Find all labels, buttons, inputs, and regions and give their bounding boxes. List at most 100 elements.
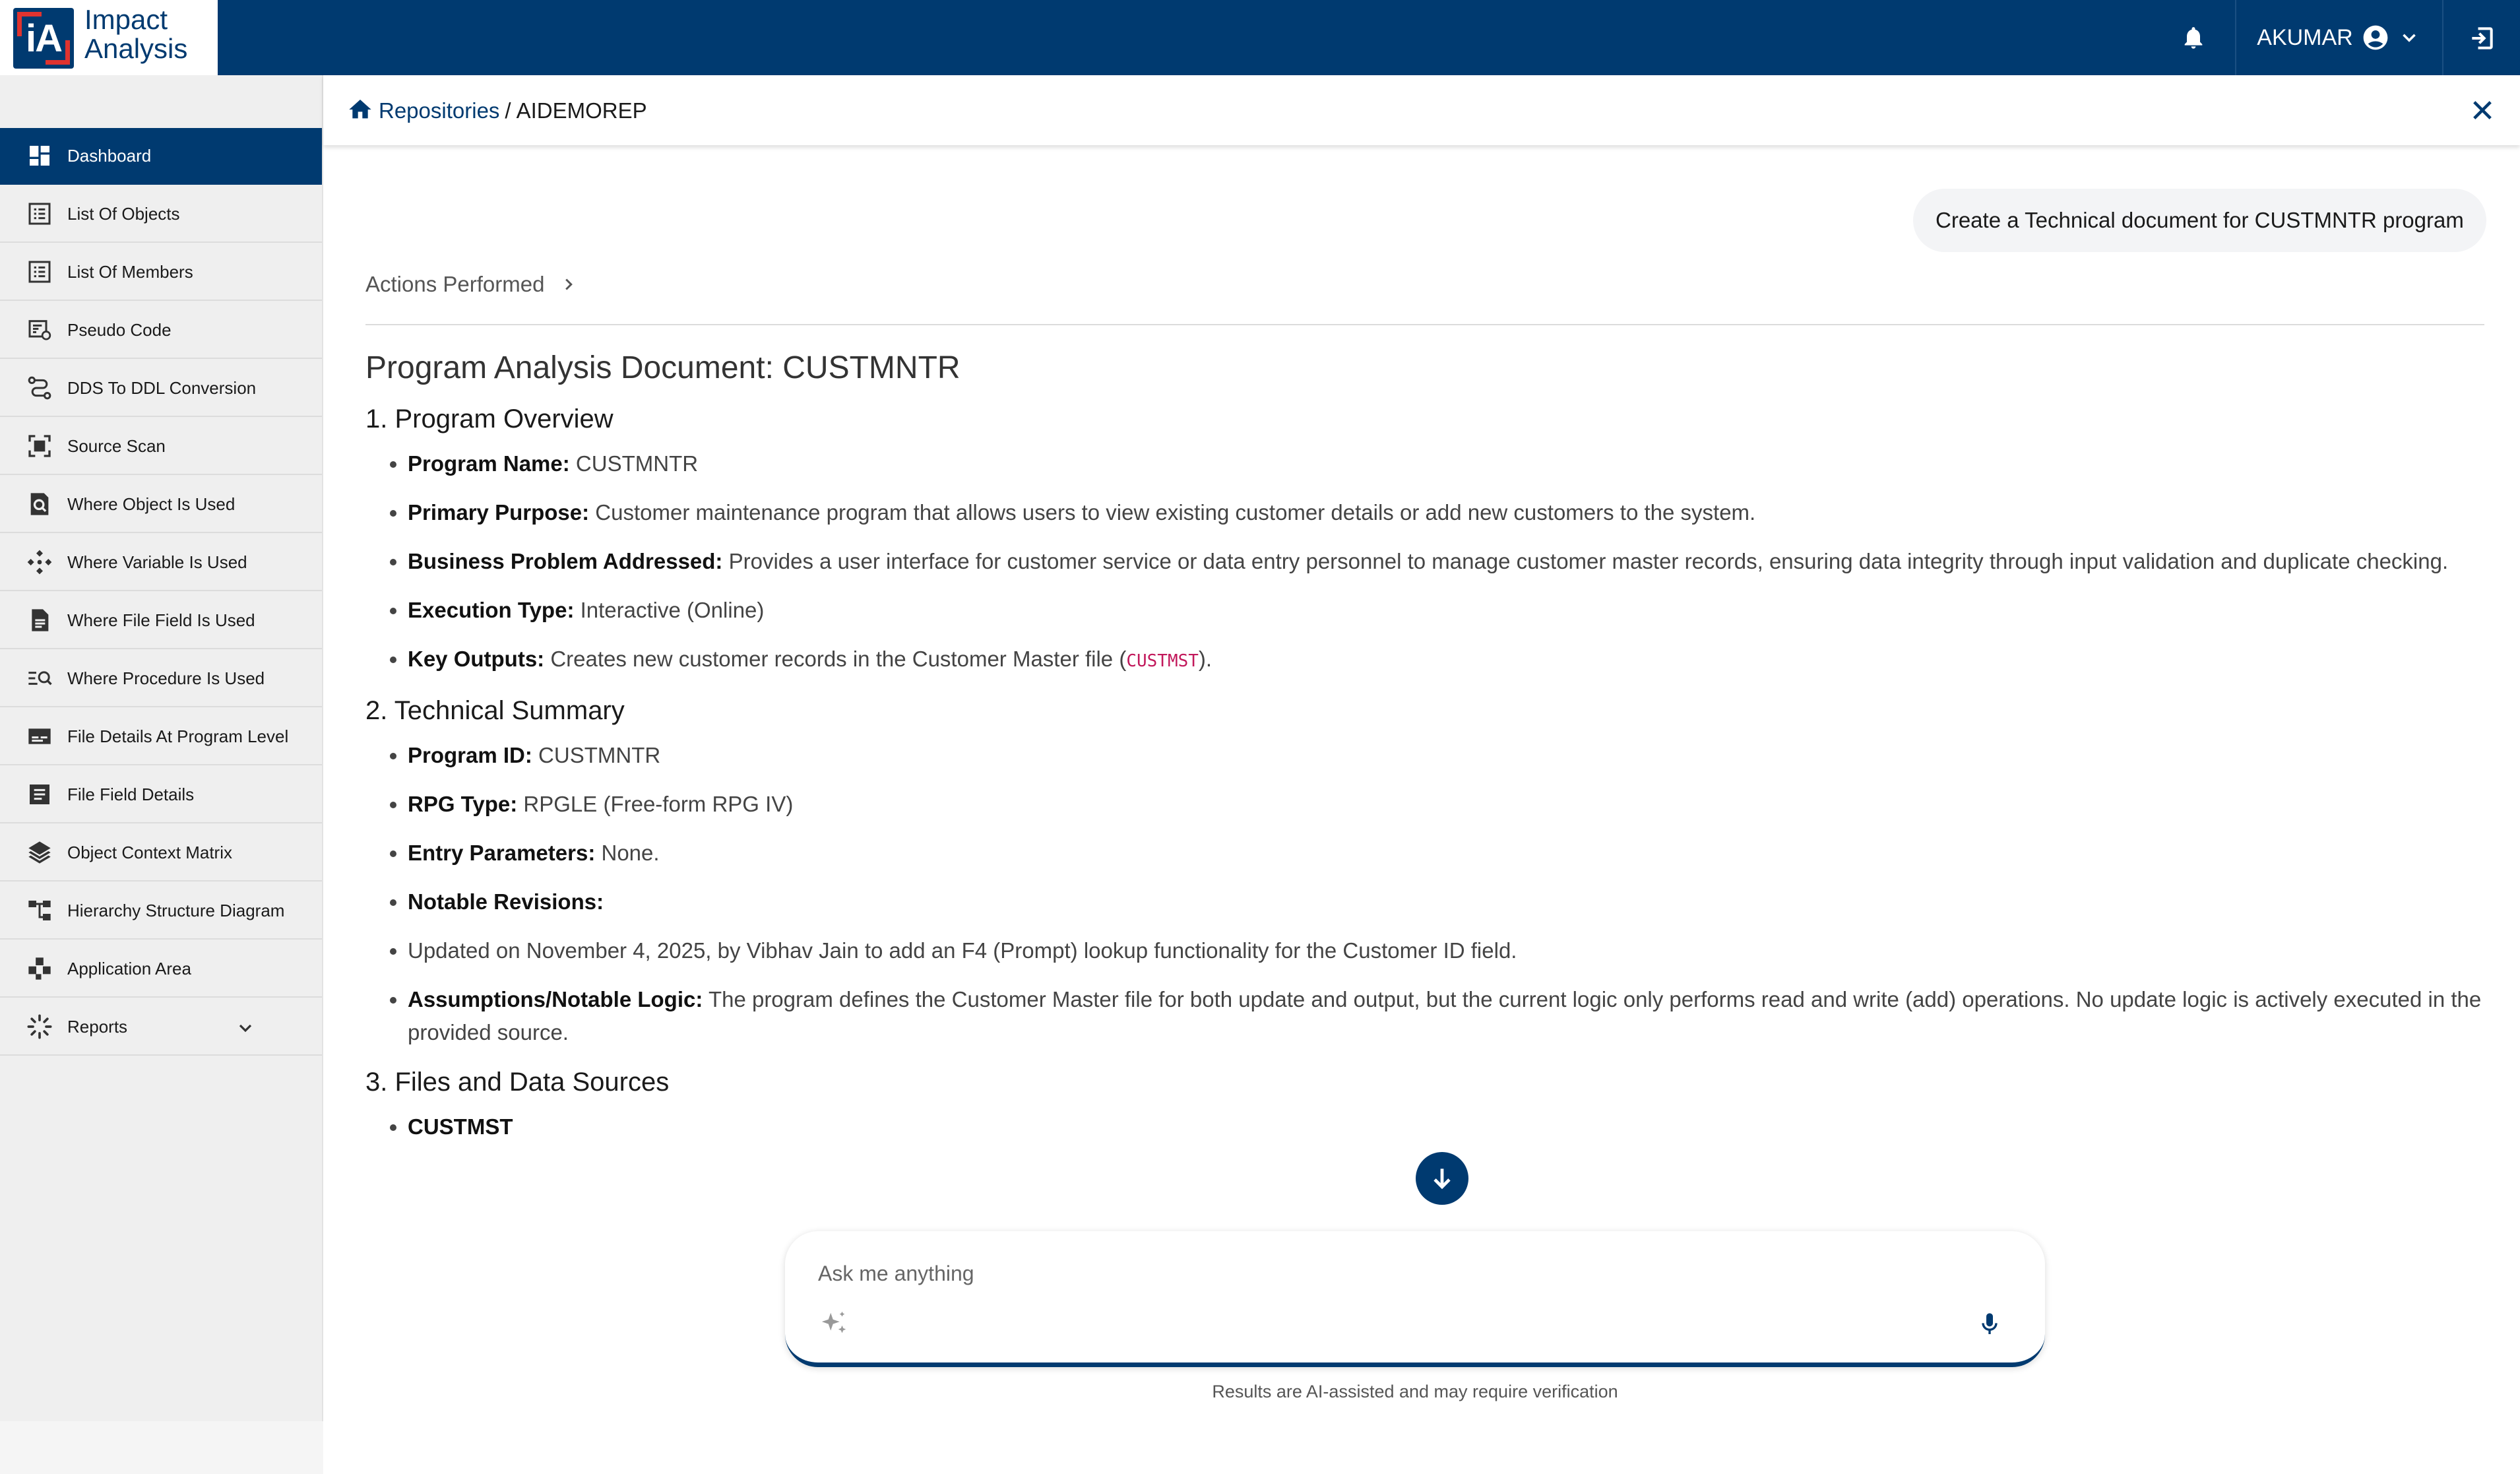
chevron-right-icon bbox=[565, 278, 573, 290]
sidebar-item-file-field-details[interactable]: File Field Details bbox=[0, 767, 322, 823]
file-details-icon bbox=[28, 728, 51, 744]
section-heading: 3. Files and Data Sources bbox=[365, 1068, 670, 1097]
chat-input[interactable] bbox=[817, 1256, 1941, 1291]
analysis-document: Program Analysis Document: CUSTMNTR 1. P… bbox=[365, 343, 2484, 1234]
sidebar-item-dashboard[interactable]: Dashboard bbox=[0, 128, 322, 185]
sidebar-item-reports[interactable]: Reports bbox=[0, 999, 322, 1056]
procedure-search-icon bbox=[28, 671, 52, 686]
close-icon[interactable] bbox=[2469, 96, 2496, 124]
logo-line1: Impact bbox=[84, 4, 168, 35]
home-icon[interactable] bbox=[347, 96, 373, 123]
section-list: CUSTMST bbox=[365, 1110, 2484, 1143]
username: AKUMAR bbox=[2257, 24, 2353, 50]
section-heading: 2. Technical Summary bbox=[365, 696, 625, 725]
list-item: Updated on November 4, 2025, by Vibhav J… bbox=[408, 934, 2484, 967]
sidebar-item-hierarchy-structure-diagram[interactable]: Hierarchy Structure Diagram bbox=[0, 883, 322, 940]
list-icon bbox=[28, 203, 51, 225]
sidebar-footer bbox=[0, 1421, 323, 1474]
sidebar-item-label: Where Object Is Used bbox=[67, 494, 236, 514]
logo-text: Impact Analysis bbox=[84, 5, 187, 63]
sidebar-item-file-details-at-program-level[interactable]: File Details At Program Level bbox=[0, 709, 322, 765]
logo-letters: iA bbox=[26, 16, 63, 60]
sidebar-item-label: Object Context Matrix bbox=[67, 842, 232, 862]
breadcrumb-repositories-link[interactable]: Repositories bbox=[379, 98, 499, 123]
sidebar-item-label: File Details At Program Level bbox=[67, 726, 289, 746]
search-document-icon bbox=[30, 493, 49, 515]
application-area-icon bbox=[28, 957, 51, 980]
sidebar-item-where-file-field-is-used[interactable]: Where File Field Is Used bbox=[0, 593, 322, 649]
user-menu[interactable]: AKUMAR bbox=[2236, 0, 2441, 75]
conversion-icon bbox=[28, 376, 51, 400]
logo-line2: Analysis bbox=[84, 33, 188, 64]
list-icon bbox=[28, 261, 51, 283]
actions-performed-label: Actions Performed bbox=[365, 272, 545, 296]
list-item: Primary Purpose: Customer maintenance pr… bbox=[408, 496, 2484, 529]
sidebar-item-application-area[interactable]: Application Area bbox=[0, 941, 322, 998]
dashboard-icon bbox=[30, 146, 49, 166]
chevron-down-icon bbox=[2402, 34, 2416, 42]
sidebar-item-label: Dashboard bbox=[67, 145, 152, 166]
section-list: Program Name: CUSTMNTR Primary Purpose: … bbox=[365, 447, 2484, 678]
notification-bell-icon[interactable] bbox=[2180, 22, 2207, 53]
variable-icon bbox=[27, 550, 52, 575]
file-icon bbox=[32, 609, 49, 631]
sidebar-item-label: File Field Details bbox=[67, 784, 195, 804]
list-item: Entry Parameters: None. bbox=[408, 837, 2484, 870]
hierarchy-icon bbox=[28, 901, 51, 920]
list-item: Program ID: CUSTMNTR bbox=[408, 739, 2484, 772]
top-bar: iA Impact Analysis AKUMAR bbox=[0, 0, 2520, 75]
chevron-down-icon[interactable] bbox=[235, 1017, 256, 1039]
layers-icon bbox=[28, 841, 51, 864]
sidebar-item-label: Pseudo Code bbox=[67, 319, 172, 340]
sidebar-item-object-context-matrix[interactable]: Object Context Matrix bbox=[0, 825, 322, 881]
breadcrumb-current: AIDEMOREP bbox=[516, 98, 647, 123]
sidebar-item-label: Application Area bbox=[67, 958, 191, 978]
list-item: CUSTMST bbox=[408, 1110, 2484, 1143]
chat-input-box bbox=[785, 1231, 2045, 1367]
list-item: Business Problem Addressed: Provides a u… bbox=[408, 545, 2484, 578]
scroll-to-bottom-button[interactable] bbox=[1416, 1152, 1468, 1205]
sidebar-item-label: List Of Objects bbox=[67, 203, 180, 224]
section-heading: 1. Program Overview bbox=[365, 404, 614, 433]
logout-icon[interactable] bbox=[2467, 24, 2496, 53]
account-circle-icon bbox=[2363, 25, 2388, 50]
sidebar-item-where-variable-is-used[interactable]: Where Variable Is Used bbox=[0, 534, 322, 591]
list-item: Execution Type: Interactive (Online) bbox=[408, 594, 2484, 627]
logo-mark: iA bbox=[13, 8, 74, 69]
field-details-icon bbox=[30, 785, 49, 804]
sidebar-item-label: Reports bbox=[67, 1016, 128, 1037]
sidebar-item-list-of-members[interactable]: List Of Members bbox=[0, 244, 322, 301]
arrow-down-icon bbox=[1433, 1169, 1451, 1190]
document-title: Program Analysis Document: CUSTMNTR bbox=[365, 350, 961, 385]
sidebar-item-pseudo-code[interactable]: Pseudo Code bbox=[0, 302, 322, 359]
reports-icon bbox=[27, 1014, 52, 1039]
list-item: Program Name: CUSTMNTR bbox=[408, 447, 2484, 480]
sidebar-item-label: Source Scan bbox=[67, 435, 166, 456]
topbar-divider bbox=[2442, 0, 2443, 75]
section-list: Program ID: CUSTMNTR RPG Type: RPGLE (Fr… bbox=[365, 739, 2484, 1049]
sparkle-icon[interactable] bbox=[819, 1309, 850, 1339]
actions-performed-toggle[interactable]: Actions Performed bbox=[365, 272, 579, 297]
sidebar-item-source-scan[interactable]: Source Scan bbox=[0, 418, 322, 475]
list-item: Key Outputs: Creates new customer record… bbox=[408, 643, 2484, 678]
sidebar-item-list-of-objects[interactable]: List Of Objects bbox=[0, 186, 322, 243]
code-inline: CUSTMST bbox=[1126, 651, 1199, 671]
microphone-icon[interactable] bbox=[1976, 1309, 2003, 1339]
sidebar-item-label: Where Variable Is Used bbox=[67, 552, 247, 572]
pseudo-code-icon bbox=[28, 320, 51, 340]
scan-icon bbox=[28, 435, 51, 457]
breadcrumb: Repositories / AIDEMOREP bbox=[323, 75, 2520, 145]
breadcrumb-path: Repositories / AIDEMOREP bbox=[379, 98, 647, 124]
sidebar-item-label: Where File Field Is Used bbox=[67, 610, 255, 630]
sidebar-item-label: DDS To DDL Conversion bbox=[67, 377, 257, 398]
sidebar-item-where-object-is-used[interactable]: Where Object Is Used bbox=[0, 476, 322, 533]
sidebar-item-dds-to-ddl[interactable]: DDS To DDL Conversion bbox=[0, 360, 322, 417]
list-item: Notable Revisions: bbox=[408, 885, 2484, 918]
sidebar-item-where-procedure-is-used[interactable]: Where Procedure Is Used bbox=[0, 651, 322, 707]
app-logo[interactable]: iA Impact Analysis bbox=[0, 0, 218, 75]
ai-disclaimer: Results are AI-assisted and may require … bbox=[1212, 1382, 1618, 1401]
divider bbox=[365, 324, 2484, 325]
sidebar-item-label: Where Procedure Is Used bbox=[67, 668, 265, 688]
sidebar: Dashboard List Of Objects List Of Member… bbox=[0, 75, 323, 1421]
sidebar-item-label: Hierarchy Structure Diagram bbox=[67, 900, 285, 920]
